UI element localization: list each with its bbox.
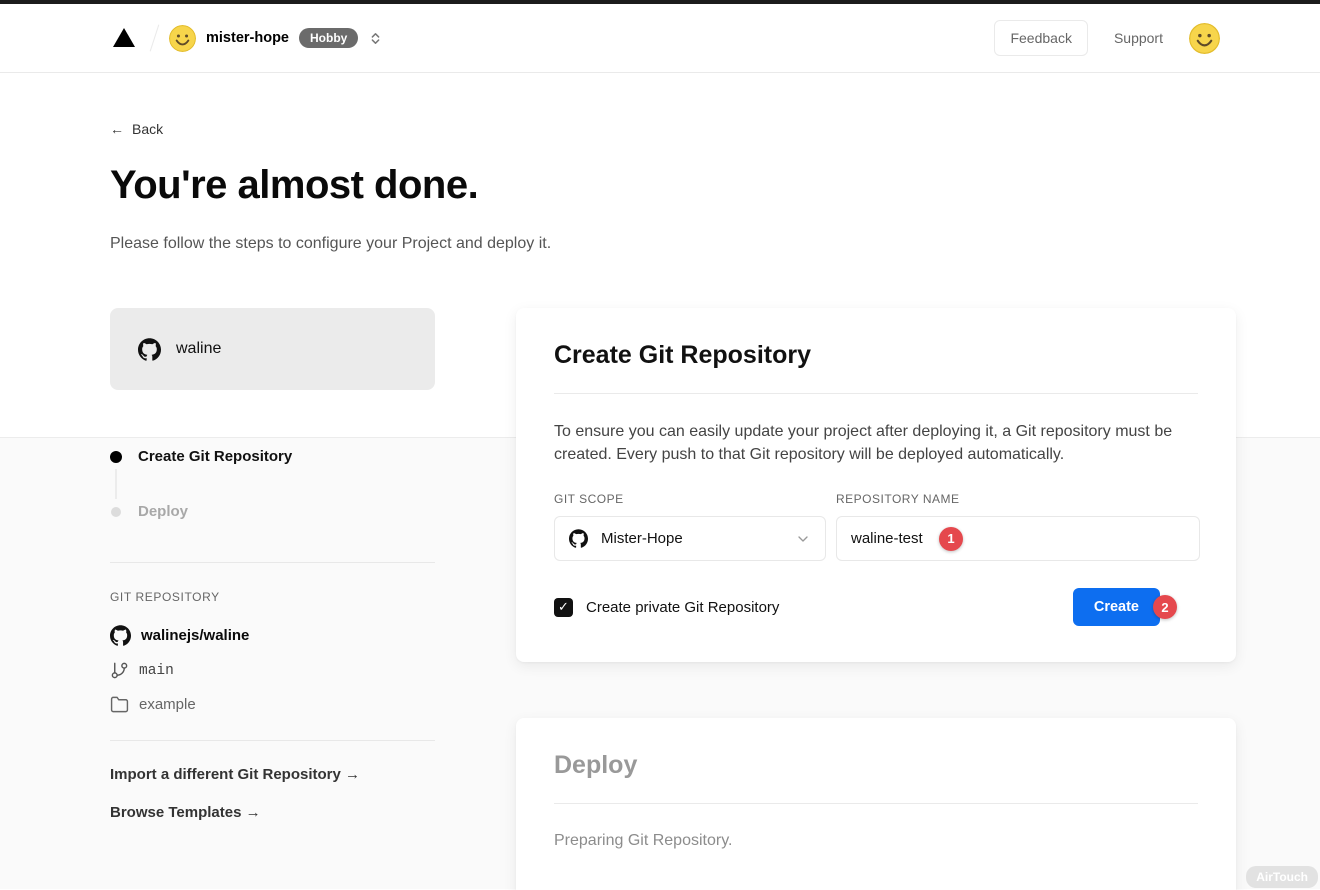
steps-list: Create Git Repository Deploy — [110, 448, 435, 520]
deploy-status-text: Preparing Git Repository. — [554, 832, 1198, 850]
branch-name: main — [139, 663, 174, 679]
back-link-label: Back — [132, 121, 163, 137]
support-link[interactable]: Support — [1114, 30, 1163, 46]
annotation-badge-2: 2 — [1153, 595, 1177, 619]
feedback-button[interactable]: Feedback — [994, 20, 1087, 56]
github-icon — [110, 625, 131, 646]
private-repo-checkbox-label: Create private Git Repository — [586, 599, 779, 616]
card-title: Create Git Repository — [554, 341, 1198, 370]
chevron-down-icon — [795, 531, 811, 547]
browse-templates-link[interactable]: Browse Templates → — [110, 804, 435, 821]
card-divider — [554, 393, 1198, 394]
deploy-card-title: Deploy — [554, 751, 1198, 780]
repository-name-label: REPOSITORY NAME — [836, 492, 1200, 506]
airtouch-watermark: AirTouch — [1246, 866, 1318, 888]
checkbox-checked-icon[interactable]: ✓ — [554, 598, 573, 617]
git-scope-select[interactable]: Mister-Hope — [554, 516, 826, 561]
breadcrumb-slash-divider — [150, 25, 160, 52]
plan-badge: Hobby — [299, 28, 358, 48]
git-repository-section-label: GIT REPOSITORY — [110, 590, 435, 604]
folder-icon — [110, 695, 129, 714]
root-directory-name: example — [139, 696, 196, 713]
step-connector-line — [115, 469, 117, 499]
step-label: Deploy — [138, 503, 188, 520]
main-area: ← Back You're almost done. Please follow… — [0, 73, 1320, 889]
header: mister-hope Hobby Feedback Support — [0, 4, 1320, 73]
git-scope-label: GIT SCOPE — [554, 492, 826, 506]
user-avatar[interactable] — [1189, 23, 1220, 54]
deploy-card: Deploy Preparing Git Repository. — [516, 718, 1236, 890]
import-different-repo-link[interactable]: Import a different Git Repository → — [110, 766, 435, 783]
page-title: You're almost done. — [110, 163, 1320, 208]
repository-name-input[interactable] — [836, 516, 1200, 561]
vercel-logo-icon[interactable] — [110, 25, 140, 51]
page-subtitle: Please follow the steps to configure you… — [110, 235, 1320, 253]
private-repo-checkbox-group[interactable]: ✓ Create private Git Repository — [554, 598, 779, 617]
create-button[interactable]: Create — [1073, 588, 1160, 626]
team-scope-switcher[interactable]: mister-hope Hobby — [169, 25, 383, 52]
configuration-panel: Create Git Repository To ensure you can … — [516, 308, 1236, 890]
chevron-updown-icon — [368, 31, 383, 46]
git-branch-icon — [110, 661, 129, 680]
github-icon — [138, 338, 161, 361]
project-name: waline — [176, 340, 221, 358]
git-scope-value: Mister-Hope — [601, 530, 782, 547]
sidebar: waline Create Git Repository Deploy GIT … — [110, 308, 435, 890]
create-git-repository-card: Create Git Repository To ensure you can … — [516, 308, 1236, 662]
card-divider — [554, 803, 1198, 804]
sidebar-divider — [110, 740, 435, 741]
team-name: mister-hope — [206, 30, 289, 46]
sidebar-divider — [110, 562, 435, 563]
step-label: Create Git Repository — [138, 448, 292, 465]
step-inactive-dot — [111, 507, 121, 517]
card-description: To ensure you can easily update your pro… — [554, 420, 1198, 466]
back-link[interactable]: ← Back — [110, 121, 163, 137]
back-arrow-icon: ← — [110, 121, 124, 137]
step-deploy: Deploy — [110, 503, 435, 520]
repo-name-row: walinejs/waline — [110, 625, 435, 646]
repo-directory-row: example — [110, 695, 435, 714]
step-create-git-repository: Create Git Repository — [110, 448, 435, 465]
annotation-badge-1: 1 — [939, 527, 963, 551]
project-summary-card: waline — [110, 308, 435, 390]
step-active-dot — [110, 451, 122, 463]
github-icon — [569, 529, 588, 548]
repo-full-name: walinejs/waline — [141, 627, 249, 644]
team-avatar — [169, 25, 196, 52]
repo-branch-row: main — [110, 661, 435, 680]
